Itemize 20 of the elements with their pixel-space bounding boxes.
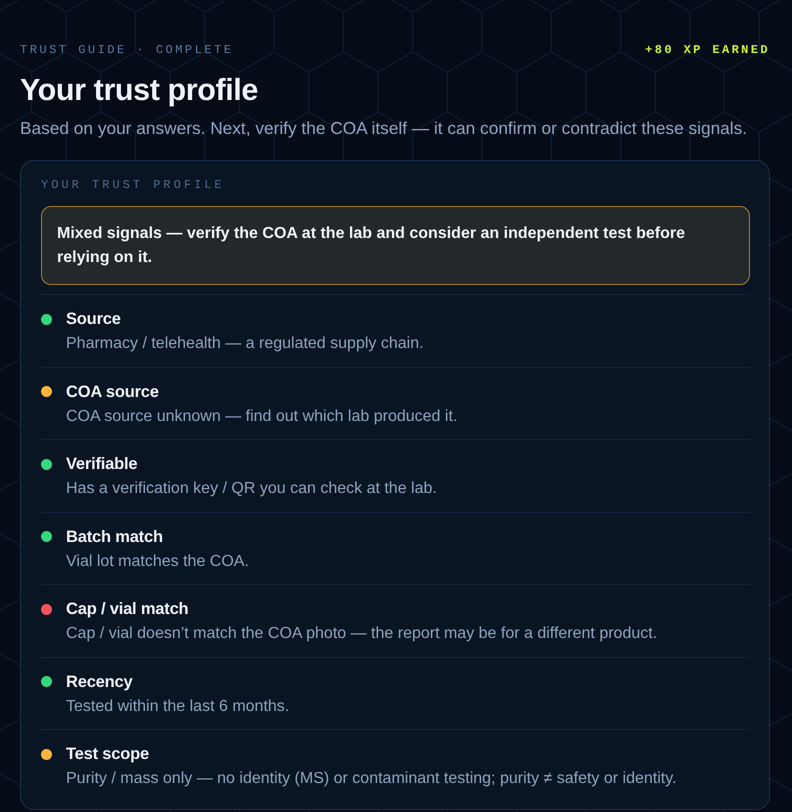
signal-title: Source [66,309,122,330]
signal-title: Recency [66,672,134,692]
page-subtitle: Based on your answers. Next, verify the COA itself — it can confirm or contradict these signals. [20,117,748,140]
signal-title: Test scope [66,744,150,765]
signal-description: Has a verification key / QR you can check at the lab. [66,479,438,499]
card-heading: YOUR TRUST PROFILE [41,177,226,193]
signal-description: Cap / vial doesn’t match the COA photo — the report may be for a different product. [66,624,658,644]
signal-title: COA source [66,382,160,402]
page-title: Your trust profile [20,72,259,108]
signal-description: COA source unknown — find out which lab produced it. [66,406,458,426]
signal-description: Pharmacy / telehealth — a regulated supply chain. [66,334,425,354]
signal-description: Vial lot matches the COA. [66,552,250,572]
xp-earned-label: +80 XP EARNED [645,42,770,58]
signal-title: Batch match [66,526,164,548]
signal-description: Purity / mass only — no identity (MS) or contaminant testing; purity ≠ safety or identity. [66,769,678,789]
signal-title: Cap / vial match [66,599,190,620]
signal-title: Verifiable [66,454,138,475]
signal-description: Tested within the last 6 months. [66,696,290,716]
verdict-callout: Mixed signals — verify the COA at the lab and consider an independent test before relying on it. [41,206,750,285]
guide-status-label: TRUST GUIDE · COMPLETE [20,42,234,58]
